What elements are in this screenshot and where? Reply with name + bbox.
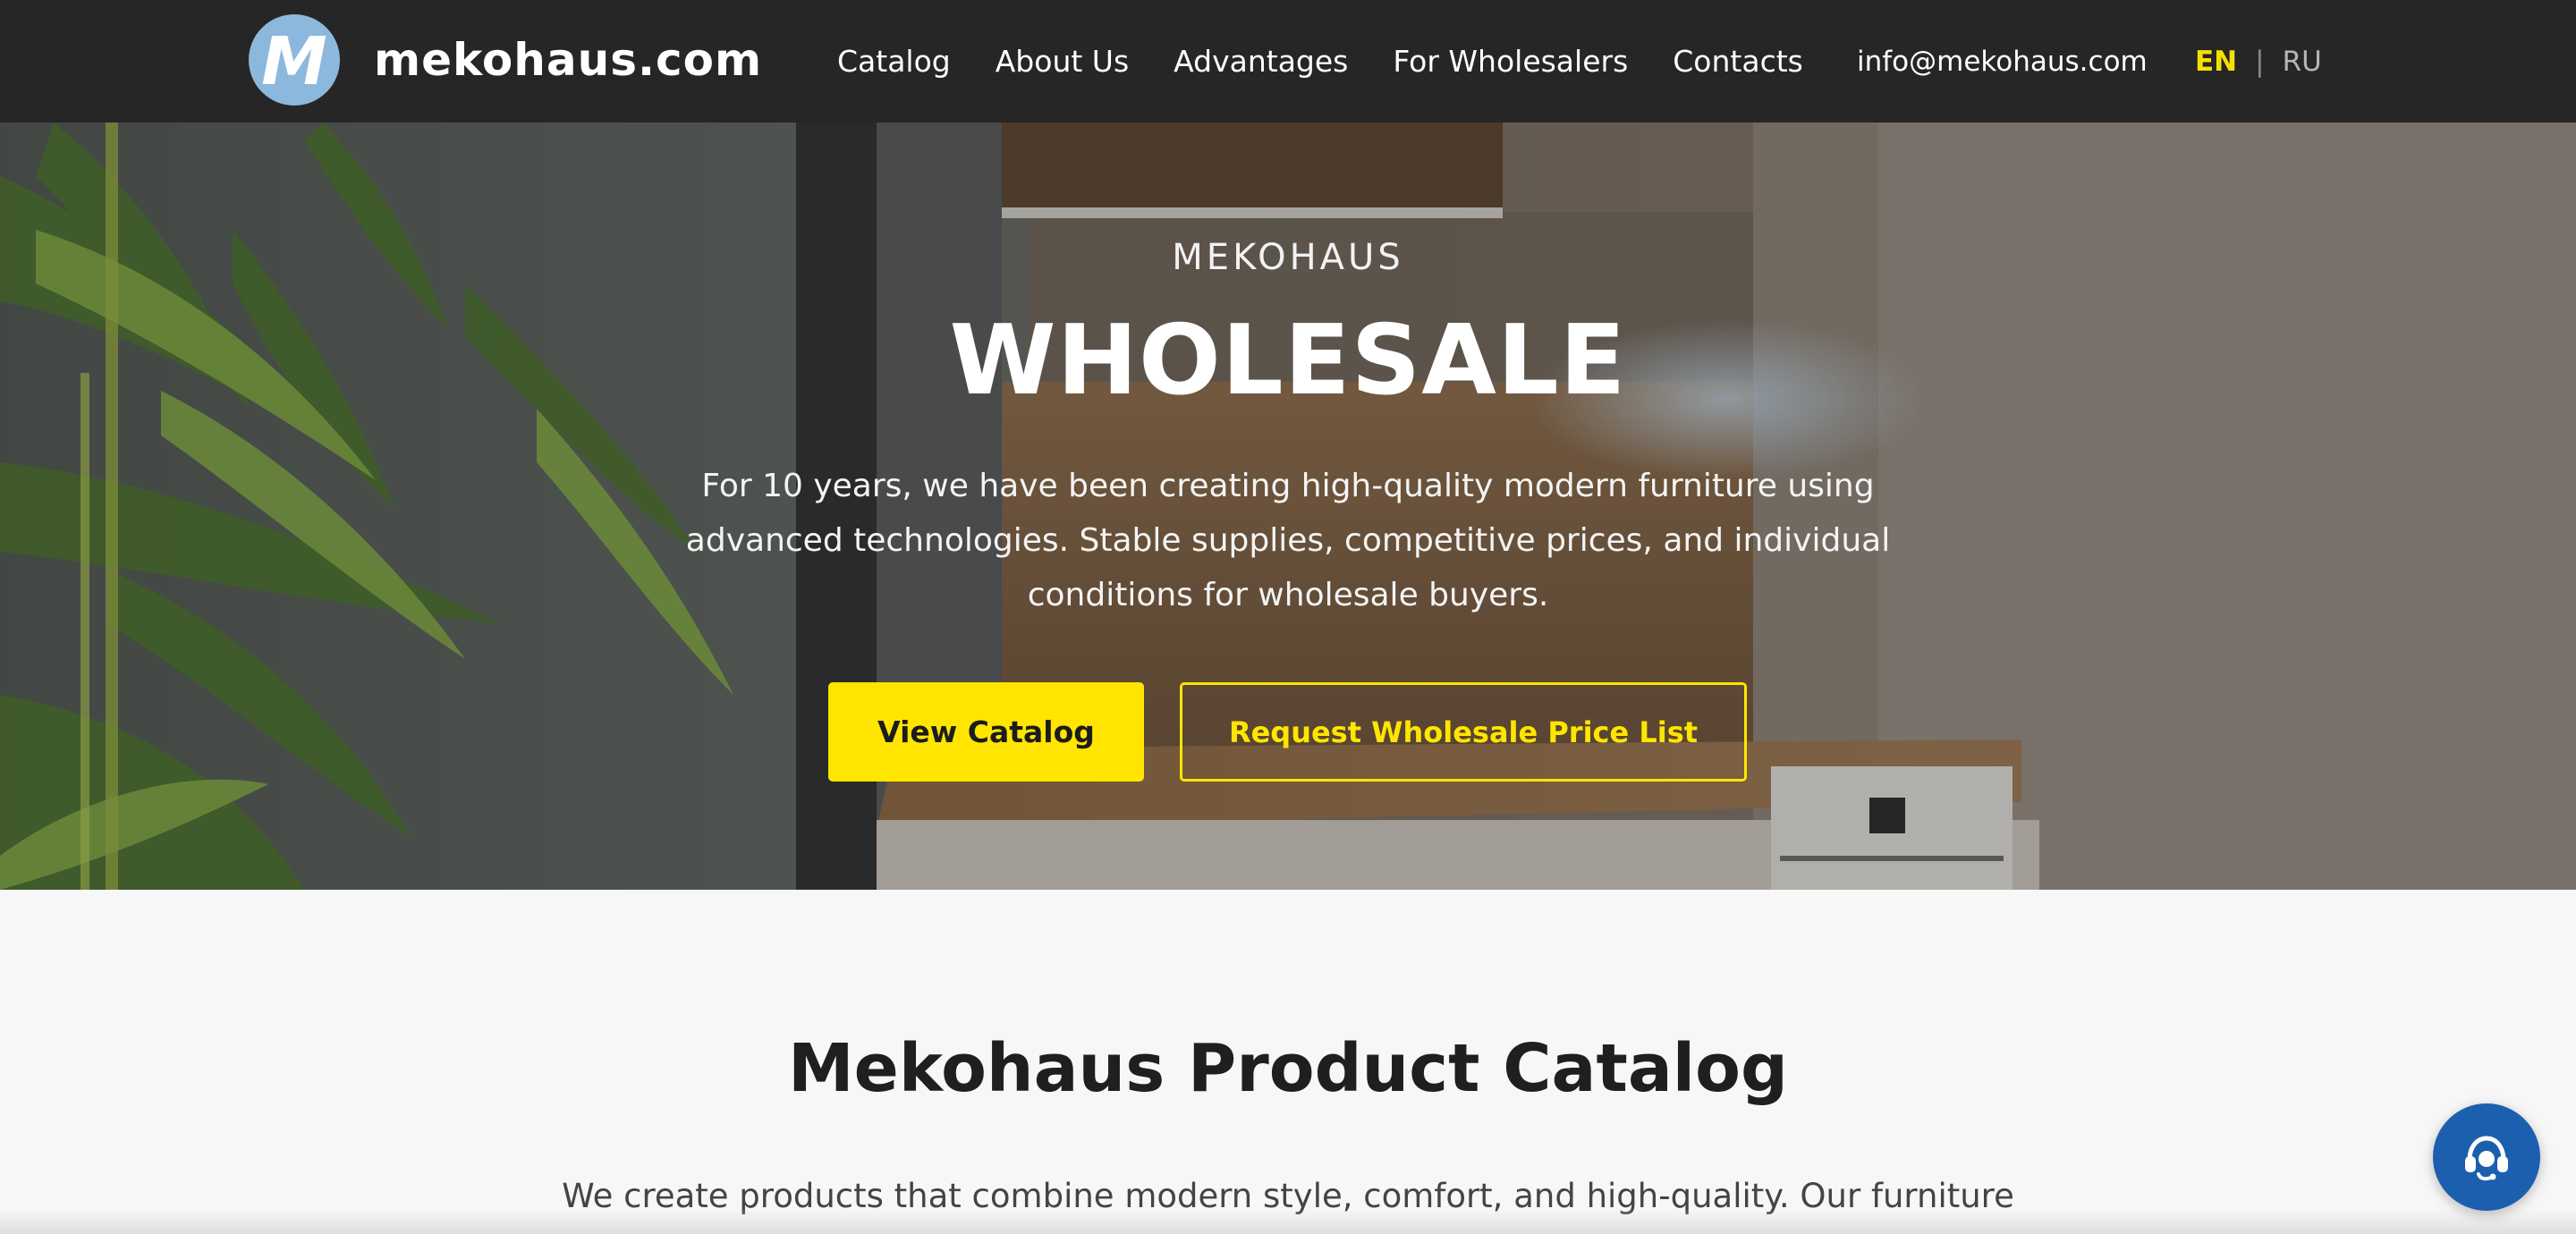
- nav-for-wholesalers[interactable]: For Wholesalers: [1393, 44, 1628, 79]
- site-name: mekohaus.com: [374, 34, 763, 86]
- email-link[interactable]: info@mekohaus.com: [1857, 0, 2148, 123]
- nav-contacts[interactable]: Contacts: [1673, 44, 1803, 79]
- view-catalog-button[interactable]: View Catalog: [828, 682, 1144, 782]
- logo-badge-icon: M: [249, 14, 340, 106]
- nav-about-us[interactable]: About Us: [996, 44, 1129, 79]
- language-switcher: EN | RU: [2195, 0, 2322, 123]
- site-header: M mekohaus.com Catalog About Us Advantag…: [0, 0, 2576, 123]
- request-price-list-button[interactable]: Request Wholesale Price List: [1180, 682, 1747, 782]
- hero-content: MEKOHAUS WHOLESALE For 10 years, we have…: [0, 123, 2576, 890]
- lang-ru[interactable]: RU: [2283, 46, 2322, 78]
- hero-section: MEKOHAUS WHOLESALE For 10 years, we have…: [0, 123, 2576, 890]
- main-nav: Catalog About Us Advantages For Wholesal…: [837, 0, 1848, 123]
- bottom-fade: [0, 1209, 2576, 1234]
- catalog-title: Mekohaus Product Catalog: [788, 1030, 1788, 1107]
- support-chat-button[interactable]: [2433, 1103, 2540, 1211]
- hero-title: WHOLESALE: [949, 305, 1627, 417]
- lang-en[interactable]: EN: [2195, 46, 2237, 78]
- hero-description: For 10 years, we have been creating high…: [685, 468, 1891, 613]
- logo[interactable]: M mekohaus.com: [249, 14, 762, 106]
- hero-kicker: MEKOHAUS: [1172, 237, 1404, 278]
- headset-icon: [2465, 1136, 2508, 1181]
- nav-advantages[interactable]: Advantages: [1174, 44, 1348, 79]
- svg-text:M: M: [261, 23, 327, 100]
- nav-catalog[interactable]: Catalog: [837, 44, 951, 79]
- lang-separator: |: [2255, 45, 2265, 78]
